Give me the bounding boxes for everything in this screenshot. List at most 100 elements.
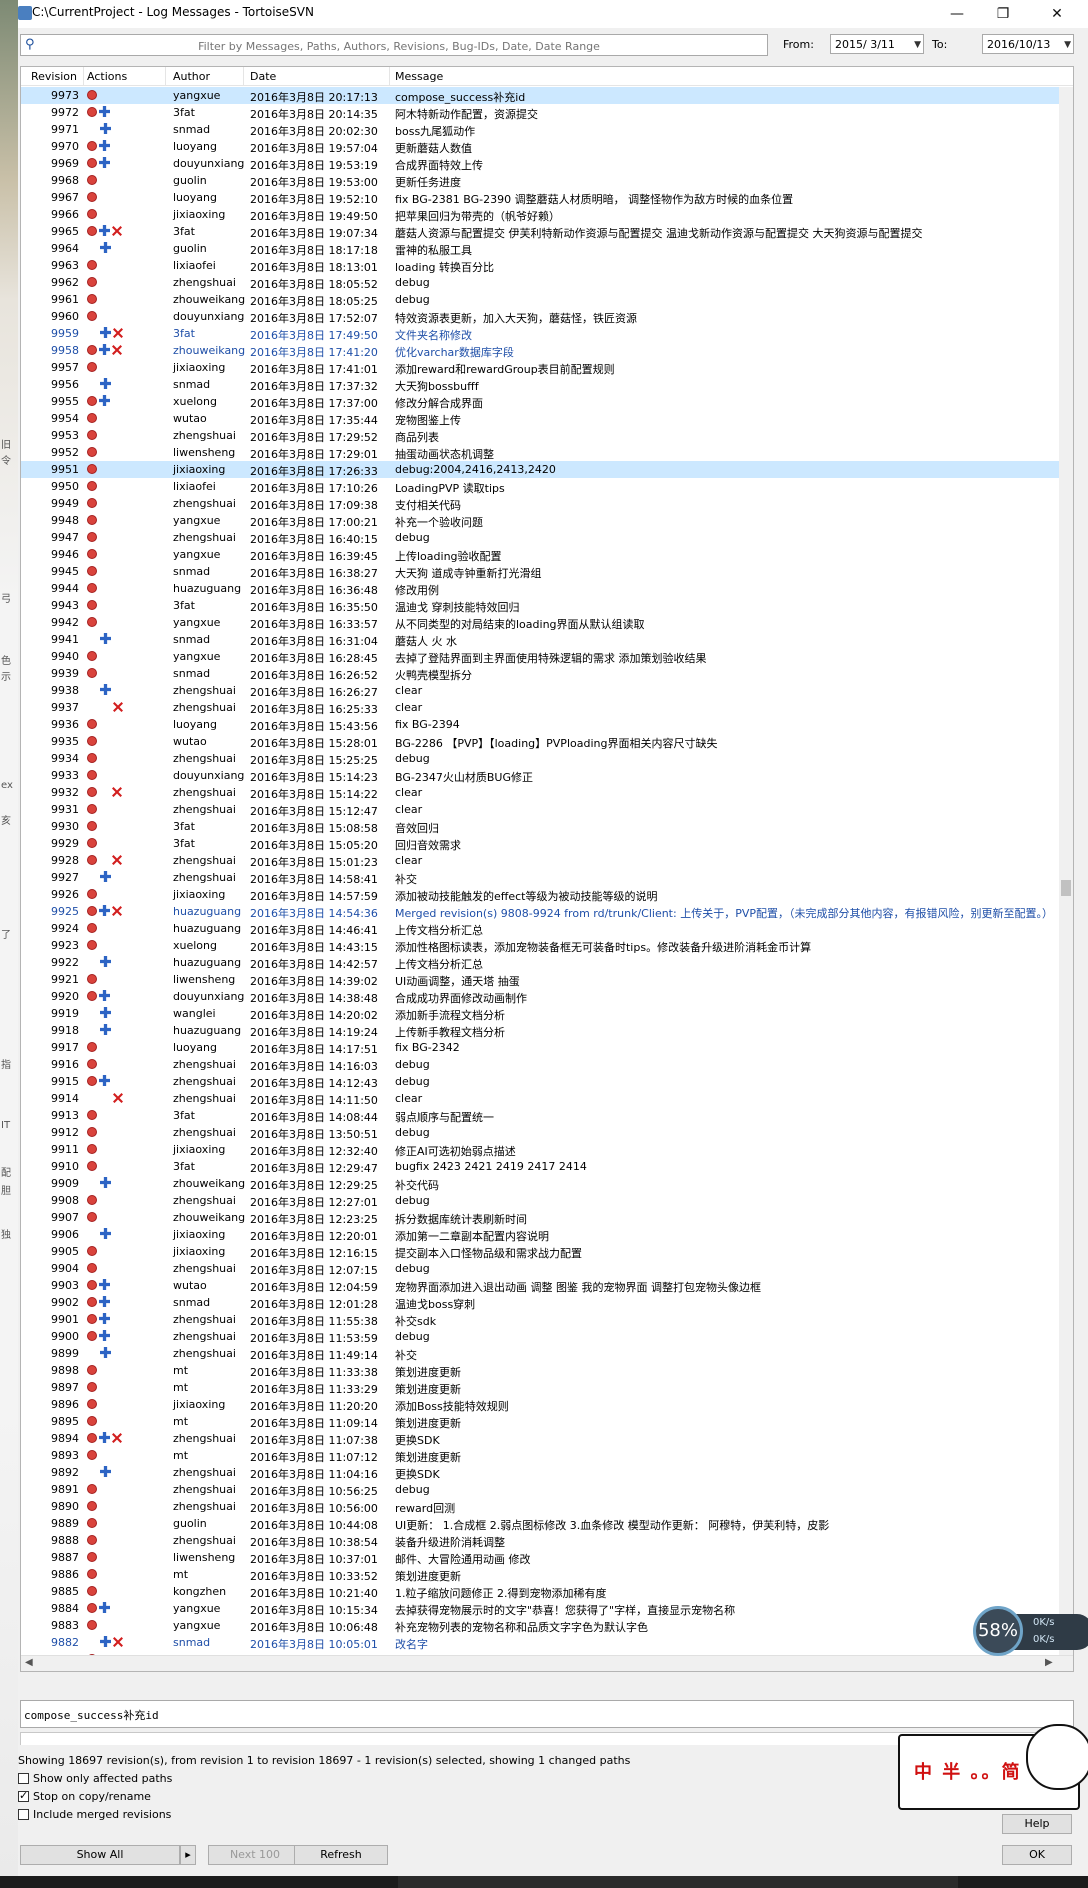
table-row[interactable]: 9941 snmad 2016年3月8日 16:31:04 蘑菇人 火 水 (21, 631, 1073, 648)
table-row[interactable]: 9961 zhouweikang 2016年3月8日 18:05:25 debug (21, 291, 1073, 308)
table-row[interactable]: 9891 zhengshuai 2016年3月8日 10:56:25 debug (21, 1481, 1073, 1498)
table-row[interactable]: 9957 jixiaoxing 2016年3月8日 17:41:01 添加reward… (21, 359, 1073, 376)
checkbox-box[interactable] (18, 1773, 29, 1784)
table-row[interactable]: 9940 yangxue 2016年3月8日 16:28:45 去掉了登陆界面到主界面… (21, 648, 1073, 665)
show-affected-checkbox[interactable]: Show only affected paths (18, 1772, 172, 1785)
vertical-scrollbar[interactable] (1059, 87, 1073, 1657)
table-row[interactable]: 9948 yangxue 2016年3月8日 17:00:21 补充一个验收问题 (21, 512, 1073, 529)
table-row[interactable]: 9913 3fat 2016年3月8日 14:08:44 弱点顺序与配置统一 (21, 1107, 1073, 1124)
table-row[interactable]: 9946 yangxue 2016年3月8日 16:39:45 上传loading验收… (21, 546, 1073, 563)
table-row[interactable]: 9885 kongzhen 2016年3月8日 10:21:40 1.粒子缩放问题修正… (21, 1583, 1073, 1600)
table-row[interactable]: 9953 zhengshuai 2016年3月8日 17:29:52 商品列表 (21, 427, 1073, 444)
table-row[interactable]: 9896 jixiaoxing 2016年3月8日 11:20:20 添加Boss技能… (21, 1396, 1073, 1413)
table-row[interactable]: 9890 zhengshuai 2016年3月8日 10:56:00 reward回测 (21, 1498, 1073, 1515)
horizontal-scrollbar[interactable]: ◀ ▶ (21, 1655, 1073, 1671)
table-row[interactable]: 9923 xuelong 2016年3月8日 14:43:15 添加性格图标读表，添加… (21, 937, 1073, 954)
scroll-left-icon[interactable]: ◀ (25, 1657, 33, 1668)
table-row[interactable]: 9882 snmad 2016年3月8日 10:05:01 改名字 (21, 1634, 1073, 1651)
table-row[interactable]: 9967 luoyang 2016年3月8日 19:52:10 fix BG-2381… (21, 189, 1073, 206)
table-row[interactable]: 9932 zhengshuai 2016年3月8日 15:14:22 clear (21, 784, 1073, 801)
table-row[interactable]: 9933 douyunxiang 2016年3月8日 15:14:23 BG-2347… (21, 767, 1073, 784)
table-row[interactable]: 9970 luoyang 2016年3月8日 19:57:04 更新蘑菇人数值 (21, 138, 1073, 155)
table-row[interactable]: 9950 lixiaofei 2016年3月8日 17:10:26 LoadingPV… (21, 478, 1073, 495)
search-icon[interactable]: ⚲ (25, 37, 35, 52)
table-row[interactable]: 9966 jixiaoxing 2016年3月8日 19:49:50 把苹果回归为带壳… (21, 206, 1073, 223)
include-merged-checkbox[interactable]: Include merged revisions (18, 1808, 171, 1821)
table-row[interactable]: 9943 3fat 2016年3月8日 16:35:50 温迪戈 穿刺技能特效回归 (21, 597, 1073, 614)
table-row[interactable]: 9919 wanglei 2016年3月8日 14:20:02 添加新手流程文档分析 (21, 1005, 1073, 1022)
table-row[interactable]: 9916 zhengshuai 2016年3月8日 14:16:03 debug (21, 1056, 1073, 1073)
table-row[interactable]: 9909 zhouweikang 2016年3月8日 12:29:25 补交代码 (21, 1175, 1073, 1192)
filter-input[interactable] (47, 37, 751, 55)
table-row[interactable]: 9955 xuelong 2016年3月8日 17:37:00 修改分解合成界面 (21, 393, 1073, 410)
table-row[interactable]: 9973 yangxue 2016年3月8日 20:17:13 compose_suc… (21, 87, 1073, 104)
table-row[interactable]: 9902 snmad 2016年3月8日 12:01:28 温迪戈boss穿刺 (21, 1294, 1073, 1311)
table-row[interactable]: 9951 jixiaoxing 2016年3月8日 17:26:33 debug:20… (21, 461, 1073, 478)
table-row[interactable]: 9895 mt 2016年3月8日 11:09:14 策划进度更新 (21, 1413, 1073, 1430)
revision-log-list[interactable]: Revision Actions Author Date Message 997… (20, 66, 1074, 1672)
table-row[interactable]: 9906 jixiaoxing 2016年3月8日 12:20:01 添加第一二章副本… (21, 1226, 1073, 1243)
stop-on-copy-checkbox[interactable]: Stop on copy/rename (18, 1789, 151, 1803)
table-row[interactable]: 9918 huazuguang 2016年3月8日 14:19:24 上传新手教程文档… (21, 1022, 1073, 1039)
show-all-button[interactable]: Show All (20, 1845, 180, 1865)
maximize-button[interactable]: ❐ (980, 0, 1026, 28)
minimize-button[interactable]: — (934, 0, 980, 28)
table-row[interactable]: 9968 guolin 2016年3月8日 19:53:00 更新任务进度 (21, 172, 1073, 189)
table-row[interactable]: 9947 zhengshuai 2016年3月8日 16:40:15 debug (21, 529, 1073, 546)
refresh-button[interactable]: Refresh (294, 1845, 388, 1865)
checkbox-box[interactable] (18, 1809, 29, 1820)
table-row[interactable]: 9959 3fat 2016年3月8日 17:49:50 文件夹名称修改 (21, 325, 1073, 342)
table-row[interactable]: 9972 3fat 2016年3月8日 20:14:35 阿木特新动作配置，资源提交 (21, 104, 1073, 121)
table-row[interactable]: 9905 jixiaoxing 2016年3月8日 12:16:15 提交副本入口怪物… (21, 1243, 1073, 1260)
table-row[interactable]: 9960 douyunxiang 2016年3月8日 17:52:07 特效资源表更新… (21, 308, 1073, 325)
table-row[interactable]: 9920 douyunxiang 2016年3月8日 14:38:48 合成成功界面修… (21, 988, 1073, 1005)
table-row[interactable]: 9925 huazuguang 2016年3月8日 14:54:36 Merged r… (21, 903, 1073, 920)
message-text-box[interactable]: compose_success补充id (20, 1700, 1074, 1728)
table-row[interactable]: 9908 zhengshuai 2016年3月8日 12:27:01 debug (21, 1192, 1073, 1209)
table-row[interactable]: 9926 jixiaoxing 2016年3月8日 14:57:59 添加被动技能触发… (21, 886, 1073, 903)
table-row[interactable]: 9949 zhengshuai 2016年3月8日 17:09:38 支付相关代码 (21, 495, 1073, 512)
table-row[interactable]: 9945 snmad 2016年3月8日 16:38:27 大天狗 道成寺钟重新打光滑… (21, 563, 1073, 580)
checkbox-box[interactable] (18, 1789, 29, 1802)
table-row[interactable]: 9884 yangxue 2016年3月8日 10:15:34 去掉获得宠物展示时的文… (21, 1600, 1073, 1617)
title-bar[interactable]: C:\CurrentProject - Log Messages - Torto… (18, 0, 1088, 28)
table-row[interactable]: 9892 zhengshuai 2016年3月8日 11:04:16 更换SDK (21, 1464, 1073, 1481)
table-row[interactable]: 9907 zhouweikang 2016年3月8日 12:23:25 拆分数据库统计… (21, 1209, 1073, 1226)
column-header-revision[interactable]: Revision (31, 70, 77, 83)
table-row[interactable]: 9911 jixiaoxing 2016年3月8日 12:32:40 修正AI可选初始… (21, 1141, 1073, 1158)
table-row[interactable]: 9931 zhengshuai 2016年3月8日 15:12:47 clear (21, 801, 1073, 818)
column-header-date[interactable]: Date (250, 70, 276, 83)
table-row[interactable]: 9963 lixiaofei 2016年3月8日 18:13:01 loading 转… (21, 257, 1073, 274)
close-button[interactable]: ✕ (1034, 0, 1080, 28)
table-row[interactable]: 9939 snmad 2016年3月8日 16:26:52 火鸭壳模型拆分 (21, 665, 1073, 682)
table-row[interactable]: 9928 zhengshuai 2016年3月8日 15:01:23 clear (21, 852, 1073, 869)
help-button[interactable]: Help (1002, 1814, 1072, 1834)
table-row[interactable]: 9930 3fat 2016年3月8日 15:08:58 音效回归 (21, 818, 1073, 835)
table-row[interactable]: 9965 3fat 2016年3月8日 19:07:34 蘑菇人资源与配置提交 伊芙利… (21, 223, 1073, 240)
table-row[interactable]: 9917 luoyang 2016年3月8日 14:17:51 fix BG-2342 (21, 1039, 1073, 1056)
table-row[interactable]: 9888 zhengshuai 2016年3月8日 10:38:54 装备升级进阶消耗… (21, 1532, 1073, 1549)
table-row[interactable]: 9903 wutao 2016年3月8日 12:04:59 宠物界面添加进入退出动画 … (21, 1277, 1073, 1294)
table-row[interactable]: 9900 zhengshuai 2016年3月8日 11:53:59 debug (21, 1328, 1073, 1345)
table-row[interactable]: 9901 zhengshuai 2016年3月8日 11:55:38 补交sdk (21, 1311, 1073, 1328)
to-date-picker[interactable]: 2016/10/13 ▼ (982, 34, 1074, 54)
table-row[interactable]: 9934 zhengshuai 2016年3月8日 15:25:25 debug (21, 750, 1073, 767)
table-row[interactable]: 9958 zhouweikang 2016年3月8日 17:41:20 优化varch… (21, 342, 1073, 359)
table-row[interactable]: 9897 mt 2016年3月8日 11:33:29 策划进度更新 (21, 1379, 1073, 1396)
table-row[interactable]: 9964 guolin 2016年3月8日 18:17:18 雷神的私服工具 (21, 240, 1073, 257)
table-row[interactable]: 9886 mt 2016年3月8日 10:33:52 策划进度更新 (21, 1566, 1073, 1583)
table-row[interactable]: 9904 zhengshuai 2016年3月8日 12:07:15 debug (21, 1260, 1073, 1277)
table-row[interactable]: 9927 zhengshuai 2016年3月8日 14:58:41 补交 (21, 869, 1073, 886)
table-row[interactable]: 9929 3fat 2016年3月8日 15:05:20 回归音效需求 (21, 835, 1073, 852)
column-header-message[interactable]: Message (395, 70, 443, 83)
table-row[interactable]: 9942 yangxue 2016年3月8日 16:33:57 从不同类型的对局结束的… (21, 614, 1073, 631)
table-row[interactable]: 9898 mt 2016年3月8日 11:33:38 策划进度更新 (21, 1362, 1073, 1379)
filter-box[interactable]: ⚲ (20, 34, 768, 56)
column-header-actions[interactable]: Actions (87, 70, 127, 83)
scroll-thumb[interactable] (1061, 880, 1071, 896)
next-100-button[interactable]: Next 100 (208, 1845, 302, 1865)
table-row[interactable]: 9910 3fat 2016年3月8日 12:29:47 bugfix 2423 24… (21, 1158, 1073, 1175)
table-row[interactable]: 9921 liwensheng 2016年3月8日 14:39:02 UI动画调整，通… (21, 971, 1073, 988)
table-row[interactable]: 9962 zhengshuai 2016年3月8日 18:05:52 debug (21, 274, 1073, 291)
table-row[interactable]: 9935 wutao 2016年3月8日 15:28:01 BG-2286 【PVP】… (21, 733, 1073, 750)
